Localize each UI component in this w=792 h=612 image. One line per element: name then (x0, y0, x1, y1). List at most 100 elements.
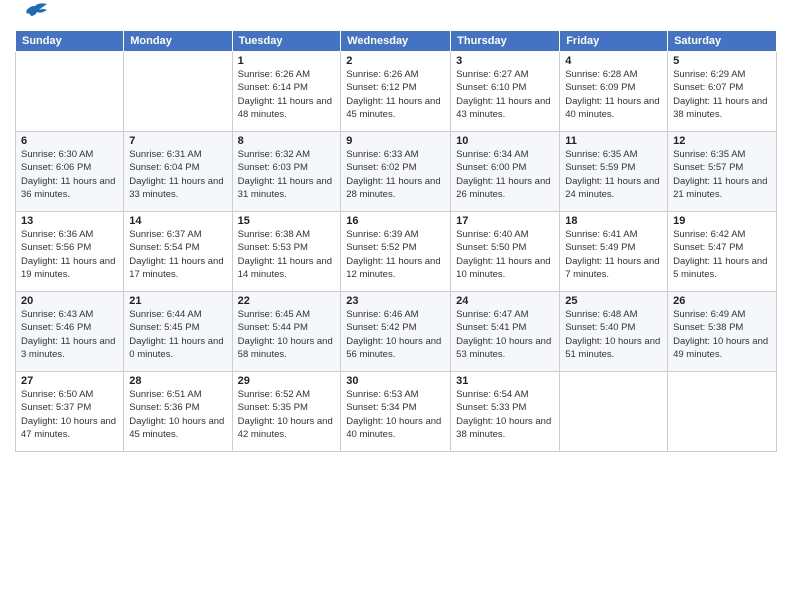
calendar-cell: 31Sunrise: 6:54 AMSunset: 5:33 PMDayligh… (451, 372, 560, 452)
day-info: Sunrise: 6:45 AMSunset: 5:44 PMDaylight:… (238, 308, 336, 361)
page: Sunday Monday Tuesday Wednesday Thursday… (0, 0, 792, 612)
calendar-cell: 9Sunrise: 6:33 AMSunset: 6:02 PMDaylight… (341, 132, 451, 212)
day-number: 20 (21, 295, 118, 307)
day-info: Sunrise: 6:44 AMSunset: 5:45 PMDaylight:… (129, 308, 226, 361)
day-number: 17 (456, 215, 554, 227)
day-info: Sunrise: 6:36 AMSunset: 5:56 PMDaylight:… (21, 228, 118, 281)
day-info: Sunrise: 6:46 AMSunset: 5:42 PMDaylight:… (346, 308, 445, 361)
calendar-cell: 2Sunrise: 6:26 AMSunset: 6:12 PMDaylight… (341, 52, 451, 132)
day-info: Sunrise: 6:48 AMSunset: 5:40 PMDaylight:… (565, 308, 662, 361)
col-sunday: Sunday (16, 31, 124, 52)
day-info: Sunrise: 6:35 AMSunset: 5:59 PMDaylight:… (565, 148, 662, 201)
day-number: 27 (21, 375, 118, 387)
calendar-cell: 23Sunrise: 6:46 AMSunset: 5:42 PMDayligh… (341, 292, 451, 372)
calendar-cell: 20Sunrise: 6:43 AMSunset: 5:46 PMDayligh… (16, 292, 124, 372)
day-info: Sunrise: 6:26 AMSunset: 6:12 PMDaylight:… (346, 68, 445, 121)
calendar-cell (16, 52, 124, 132)
col-wednesday: Wednesday (341, 31, 451, 52)
calendar-cell (668, 372, 777, 452)
day-number: 29 (238, 375, 336, 387)
logo (15, 10, 49, 24)
day-number: 23 (346, 295, 445, 307)
day-number: 16 (346, 215, 445, 227)
day-info: Sunrise: 6:33 AMSunset: 6:02 PMDaylight:… (346, 148, 445, 201)
day-info: Sunrise: 6:43 AMSunset: 5:46 PMDaylight:… (21, 308, 118, 361)
day-info: Sunrise: 6:28 AMSunset: 6:09 PMDaylight:… (565, 68, 662, 121)
calendar-cell: 29Sunrise: 6:52 AMSunset: 5:35 PMDayligh… (232, 372, 341, 452)
day-info: Sunrise: 6:29 AMSunset: 6:07 PMDaylight:… (673, 68, 771, 121)
day-number: 7 (129, 135, 226, 147)
calendar-cell: 5Sunrise: 6:29 AMSunset: 6:07 PMDaylight… (668, 52, 777, 132)
calendar-cell: 6Sunrise: 6:30 AMSunset: 6:06 PMDaylight… (16, 132, 124, 212)
day-info: Sunrise: 6:30 AMSunset: 6:06 PMDaylight:… (21, 148, 118, 201)
calendar-week-2: 6Sunrise: 6:30 AMSunset: 6:06 PMDaylight… (16, 132, 777, 212)
day-number: 21 (129, 295, 226, 307)
calendar-table: Sunday Monday Tuesday Wednesday Thursday… (15, 30, 777, 452)
calendar-cell: 27Sunrise: 6:50 AMSunset: 5:37 PMDayligh… (16, 372, 124, 452)
day-info: Sunrise: 6:52 AMSunset: 5:35 PMDaylight:… (238, 388, 336, 441)
day-info: Sunrise: 6:49 AMSunset: 5:38 PMDaylight:… (673, 308, 771, 361)
day-info: Sunrise: 6:42 AMSunset: 5:47 PMDaylight:… (673, 228, 771, 281)
day-info: Sunrise: 6:51 AMSunset: 5:36 PMDaylight:… (129, 388, 226, 441)
logo-bird-icon (21, 2, 49, 24)
day-number: 25 (565, 295, 662, 307)
day-number: 8 (238, 135, 336, 147)
col-saturday: Saturday (668, 31, 777, 52)
day-info: Sunrise: 6:31 AMSunset: 6:04 PMDaylight:… (129, 148, 226, 201)
calendar-cell (124, 52, 232, 132)
day-number: 31 (456, 375, 554, 387)
col-monday: Monday (124, 31, 232, 52)
calendar-cell: 4Sunrise: 6:28 AMSunset: 6:09 PMDaylight… (560, 52, 668, 132)
day-info: Sunrise: 6:34 AMSunset: 6:00 PMDaylight:… (456, 148, 554, 201)
calendar-cell: 25Sunrise: 6:48 AMSunset: 5:40 PMDayligh… (560, 292, 668, 372)
day-number: 13 (21, 215, 118, 227)
day-number: 6 (21, 135, 118, 147)
day-info: Sunrise: 6:54 AMSunset: 5:33 PMDaylight:… (456, 388, 554, 441)
day-number: 24 (456, 295, 554, 307)
calendar-cell (560, 372, 668, 452)
calendar-cell: 12Sunrise: 6:35 AMSunset: 5:57 PMDayligh… (668, 132, 777, 212)
calendar-cell: 18Sunrise: 6:41 AMSunset: 5:49 PMDayligh… (560, 212, 668, 292)
day-info: Sunrise: 6:47 AMSunset: 5:41 PMDaylight:… (456, 308, 554, 361)
calendar-cell: 28Sunrise: 6:51 AMSunset: 5:36 PMDayligh… (124, 372, 232, 452)
calendar-cell: 22Sunrise: 6:45 AMSunset: 5:44 PMDayligh… (232, 292, 341, 372)
day-info: Sunrise: 6:35 AMSunset: 5:57 PMDaylight:… (673, 148, 771, 201)
day-number: 2 (346, 55, 445, 67)
calendar-cell: 11Sunrise: 6:35 AMSunset: 5:59 PMDayligh… (560, 132, 668, 212)
day-number: 1 (238, 55, 336, 67)
day-number: 19 (673, 215, 771, 227)
header (15, 10, 777, 24)
day-info: Sunrise: 6:27 AMSunset: 6:10 PMDaylight:… (456, 68, 554, 121)
calendar-week-5: 27Sunrise: 6:50 AMSunset: 5:37 PMDayligh… (16, 372, 777, 452)
calendar-week-1: 1Sunrise: 6:26 AMSunset: 6:14 PMDaylight… (16, 52, 777, 132)
calendar-cell: 16Sunrise: 6:39 AMSunset: 5:52 PMDayligh… (341, 212, 451, 292)
day-number: 18 (565, 215, 662, 227)
calendar-cell: 26Sunrise: 6:49 AMSunset: 5:38 PMDayligh… (668, 292, 777, 372)
calendar-cell: 24Sunrise: 6:47 AMSunset: 5:41 PMDayligh… (451, 292, 560, 372)
col-thursday: Thursday (451, 31, 560, 52)
day-number: 28 (129, 375, 226, 387)
day-number: 11 (565, 135, 662, 147)
day-info: Sunrise: 6:32 AMSunset: 6:03 PMDaylight:… (238, 148, 336, 201)
day-number: 12 (673, 135, 771, 147)
day-number: 3 (456, 55, 554, 67)
day-info: Sunrise: 6:53 AMSunset: 5:34 PMDaylight:… (346, 388, 445, 441)
day-number: 30 (346, 375, 445, 387)
day-info: Sunrise: 6:37 AMSunset: 5:54 PMDaylight:… (129, 228, 226, 281)
day-info: Sunrise: 6:40 AMSunset: 5:50 PMDaylight:… (456, 228, 554, 281)
calendar-week-3: 13Sunrise: 6:36 AMSunset: 5:56 PMDayligh… (16, 212, 777, 292)
calendar-cell: 30Sunrise: 6:53 AMSunset: 5:34 PMDayligh… (341, 372, 451, 452)
day-info: Sunrise: 6:38 AMSunset: 5:53 PMDaylight:… (238, 228, 336, 281)
calendar-week-4: 20Sunrise: 6:43 AMSunset: 5:46 PMDayligh… (16, 292, 777, 372)
day-info: Sunrise: 6:50 AMSunset: 5:37 PMDaylight:… (21, 388, 118, 441)
calendar-cell: 8Sunrise: 6:32 AMSunset: 6:03 PMDaylight… (232, 132, 341, 212)
calendar-header-row: Sunday Monday Tuesday Wednesday Thursday… (16, 31, 777, 52)
day-info: Sunrise: 6:41 AMSunset: 5:49 PMDaylight:… (565, 228, 662, 281)
calendar-cell: 10Sunrise: 6:34 AMSunset: 6:00 PMDayligh… (451, 132, 560, 212)
day-number: 14 (129, 215, 226, 227)
calendar-cell: 21Sunrise: 6:44 AMSunset: 5:45 PMDayligh… (124, 292, 232, 372)
calendar-cell: 15Sunrise: 6:38 AMSunset: 5:53 PMDayligh… (232, 212, 341, 292)
calendar-cell: 3Sunrise: 6:27 AMSunset: 6:10 PMDaylight… (451, 52, 560, 132)
calendar-cell: 19Sunrise: 6:42 AMSunset: 5:47 PMDayligh… (668, 212, 777, 292)
day-number: 26 (673, 295, 771, 307)
